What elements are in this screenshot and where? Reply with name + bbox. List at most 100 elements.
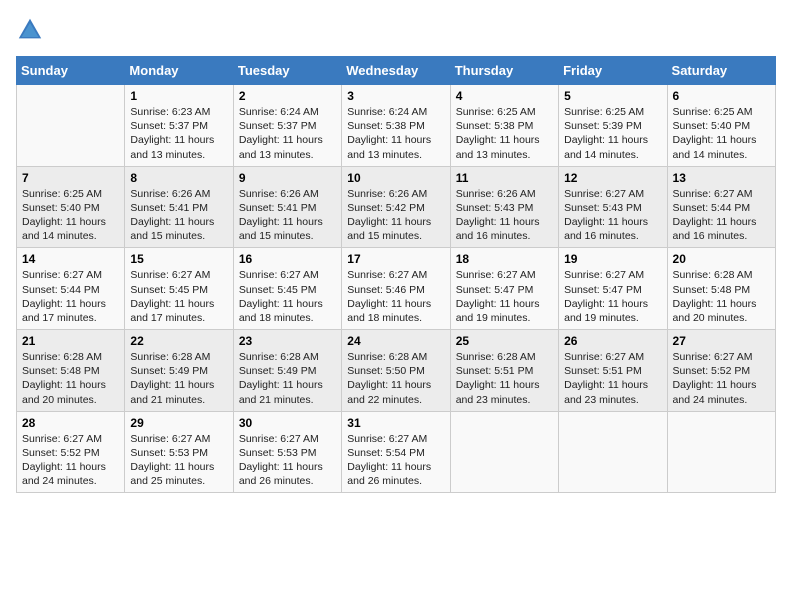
cell-content: Sunrise: 6:27 AM Sunset: 5:47 PM Dayligh… bbox=[456, 268, 553, 325]
calendar-cell: 7 Sunrise: 6:25 AM Sunset: 5:40 PM Daylig… bbox=[17, 166, 125, 248]
calendar-cell: 2 Sunrise: 6:24 AM Sunset: 5:37 PM Daylig… bbox=[233, 85, 341, 167]
day-number: 23 bbox=[239, 334, 336, 348]
calendar-cell: 14 Sunrise: 6:27 AM Sunset: 5:44 PM Dayli… bbox=[17, 248, 125, 330]
logo-icon bbox=[16, 16, 44, 44]
calendar-cell: 27Sunrise: 6:27 AM Sunset: 5:52 PM Dayli… bbox=[667, 330, 775, 412]
day-number: 3 bbox=[347, 89, 444, 103]
day-number: 18 bbox=[456, 252, 553, 266]
weekday-header-thursday: Thursday bbox=[450, 57, 558, 85]
cell-content: Sunrise: 6:24 AM Sunset: 5:38 PM Dayligh… bbox=[347, 105, 444, 162]
day-number: 13 bbox=[673, 171, 770, 185]
calendar-cell: 28 Sunrise: 6:27 AM Sunset: 5:52 PM Dayli… bbox=[17, 411, 125, 493]
logo bbox=[16, 16, 48, 44]
calendar-cell: 19 Sunrise: 6:27 AM Sunset: 5:47 PM Dayli… bbox=[559, 248, 667, 330]
day-number: 31 bbox=[347, 416, 444, 430]
day-number: 20 bbox=[673, 252, 770, 266]
cell-content: Sunrise: 6:27 AM Sunset: 5:45 PM Dayligh… bbox=[130, 268, 227, 325]
calendar-week-2: 7 Sunrise: 6:25 AM Sunset: 5:40 PM Daylig… bbox=[17, 166, 776, 248]
calendar-cell: 12 Sunrise: 6:27 AM Sunset: 5:43 PM Dayli… bbox=[559, 166, 667, 248]
calendar-cell: 21 Sunrise: 6:28 AM Sunset: 5:48 PM Dayli… bbox=[17, 330, 125, 412]
day-number: 5 bbox=[564, 89, 661, 103]
cell-content: Sunrise: 6:27 AM Sunset: 5:53 PM Dayligh… bbox=[130, 432, 227, 489]
calendar-cell: 25 Sunrise: 6:28 AM Sunset: 5:51 PM Dayli… bbox=[450, 330, 558, 412]
cell-content: Sunrise: 6:27 AM Sunset: 5:47 PM Dayligh… bbox=[564, 268, 661, 325]
weekday-header-tuesday: Tuesday bbox=[233, 57, 341, 85]
calendar-cell bbox=[17, 85, 125, 167]
weekday-header-saturday: Saturday bbox=[667, 57, 775, 85]
day-number: 14 bbox=[22, 252, 119, 266]
cell-content: Sunrise: 6:26 AM Sunset: 5:41 PM Dayligh… bbox=[130, 187, 227, 244]
day-number: 2 bbox=[239, 89, 336, 103]
cell-content: Sunrise: 6:25 AM Sunset: 5:40 PM Dayligh… bbox=[673, 105, 770, 162]
cell-content: Sunrise: 6:27 AM Sunset: 5:43 PM Dayligh… bbox=[564, 187, 661, 244]
cell-content: Sunrise: 6:28 AM Sunset: 5:48 PM Dayligh… bbox=[22, 350, 119, 407]
calendar-table: SundayMondayTuesdayWednesdayThursdayFrid… bbox=[16, 56, 776, 493]
calendar-cell: 9Sunrise: 6:26 AM Sunset: 5:41 PM Daylig… bbox=[233, 166, 341, 248]
day-number: 7 bbox=[22, 171, 119, 185]
calendar-cell: 22 Sunrise: 6:28 AM Sunset: 5:49 PM Dayli… bbox=[125, 330, 233, 412]
calendar-cell: 31 Sunrise: 6:27 AM Sunset: 5:54 PM Dayli… bbox=[342, 411, 450, 493]
cell-content: Sunrise: 6:25 AM Sunset: 5:39 PM Dayligh… bbox=[564, 105, 661, 162]
cell-content: Sunrise: 6:27 AM Sunset: 5:46 PM Dayligh… bbox=[347, 268, 444, 325]
calendar-cell: 3 Sunrise: 6:24 AM Sunset: 5:38 PM Daylig… bbox=[342, 85, 450, 167]
calendar-cell bbox=[667, 411, 775, 493]
calendar-week-1: 1Sunrise: 6:23 AM Sunset: 5:37 PM Daylig… bbox=[17, 85, 776, 167]
calendar-cell: 13Sunrise: 6:27 AM Sunset: 5:44 PM Dayli… bbox=[667, 166, 775, 248]
day-number: 26 bbox=[564, 334, 661, 348]
cell-content: Sunrise: 6:27 AM Sunset: 5:52 PM Dayligh… bbox=[673, 350, 770, 407]
day-number: 12 bbox=[564, 171, 661, 185]
calendar-week-3: 14 Sunrise: 6:27 AM Sunset: 5:44 PM Dayli… bbox=[17, 248, 776, 330]
calendar-week-4: 21 Sunrise: 6:28 AM Sunset: 5:48 PM Dayli… bbox=[17, 330, 776, 412]
calendar-cell: 16 Sunrise: 6:27 AM Sunset: 5:45 PM Dayli… bbox=[233, 248, 341, 330]
calendar-cell: 4Sunrise: 6:25 AM Sunset: 5:38 PM Daylig… bbox=[450, 85, 558, 167]
cell-content: Sunrise: 6:28 AM Sunset: 5:51 PM Dayligh… bbox=[456, 350, 553, 407]
cell-content: Sunrise: 6:28 AM Sunset: 5:49 PM Dayligh… bbox=[130, 350, 227, 407]
cell-content: Sunrise: 6:27 AM Sunset: 5:53 PM Dayligh… bbox=[239, 432, 336, 489]
cell-content: Sunrise: 6:27 AM Sunset: 5:52 PM Dayligh… bbox=[22, 432, 119, 489]
weekday-header-wednesday: Wednesday bbox=[342, 57, 450, 85]
calendar-header: SundayMondayTuesdayWednesdayThursdayFrid… bbox=[17, 57, 776, 85]
cell-content: Sunrise: 6:25 AM Sunset: 5:40 PM Dayligh… bbox=[22, 187, 119, 244]
cell-content: Sunrise: 6:28 AM Sunset: 5:48 PM Dayligh… bbox=[673, 268, 770, 325]
header bbox=[16, 16, 776, 44]
calendar-cell: 11Sunrise: 6:26 AM Sunset: 5:43 PM Dayli… bbox=[450, 166, 558, 248]
calendar-cell: 15 Sunrise: 6:27 AM Sunset: 5:45 PM Dayli… bbox=[125, 248, 233, 330]
weekday-header-friday: Friday bbox=[559, 57, 667, 85]
day-number: 6 bbox=[673, 89, 770, 103]
calendar-cell: 17Sunrise: 6:27 AM Sunset: 5:46 PM Dayli… bbox=[342, 248, 450, 330]
day-number: 19 bbox=[564, 252, 661, 266]
cell-content: Sunrise: 6:26 AM Sunset: 5:41 PM Dayligh… bbox=[239, 187, 336, 244]
day-number: 25 bbox=[456, 334, 553, 348]
cell-content: Sunrise: 6:28 AM Sunset: 5:49 PM Dayligh… bbox=[239, 350, 336, 407]
day-number: 21 bbox=[22, 334, 119, 348]
cell-content: Sunrise: 6:28 AM Sunset: 5:50 PM Dayligh… bbox=[347, 350, 444, 407]
weekday-header-monday: Monday bbox=[125, 57, 233, 85]
calendar-cell: 5 Sunrise: 6:25 AM Sunset: 5:39 PM Daylig… bbox=[559, 85, 667, 167]
cell-content: Sunrise: 6:27 AM Sunset: 5:44 PM Dayligh… bbox=[22, 268, 119, 325]
cell-content: Sunrise: 6:27 AM Sunset: 5:45 PM Dayligh… bbox=[239, 268, 336, 325]
calendar-body: 1Sunrise: 6:23 AM Sunset: 5:37 PM Daylig… bbox=[17, 85, 776, 493]
calendar-cell: 24 Sunrise: 6:28 AM Sunset: 5:50 PM Dayli… bbox=[342, 330, 450, 412]
calendar-cell: 18 Sunrise: 6:27 AM Sunset: 5:47 PM Dayli… bbox=[450, 248, 558, 330]
cell-content: Sunrise: 6:27 AM Sunset: 5:54 PM Dayligh… bbox=[347, 432, 444, 489]
day-number: 10 bbox=[347, 171, 444, 185]
calendar-cell: 20 Sunrise: 6:28 AM Sunset: 5:48 PM Dayli… bbox=[667, 248, 775, 330]
calendar-cell: 26 Sunrise: 6:27 AM Sunset: 5:51 PM Dayli… bbox=[559, 330, 667, 412]
cell-content: Sunrise: 6:25 AM Sunset: 5:38 PM Dayligh… bbox=[456, 105, 553, 162]
calendar-cell: 10 Sunrise: 6:26 AM Sunset: 5:42 PM Dayli… bbox=[342, 166, 450, 248]
day-number: 22 bbox=[130, 334, 227, 348]
day-number: 8 bbox=[130, 171, 227, 185]
calendar-cell: 29Sunrise: 6:27 AM Sunset: 5:53 PM Dayli… bbox=[125, 411, 233, 493]
cell-content: Sunrise: 6:23 AM Sunset: 5:37 PM Dayligh… bbox=[130, 105, 227, 162]
calendar-cell bbox=[559, 411, 667, 493]
cell-content: Sunrise: 6:24 AM Sunset: 5:37 PM Dayligh… bbox=[239, 105, 336, 162]
day-number: 28 bbox=[22, 416, 119, 430]
cell-content: Sunrise: 6:26 AM Sunset: 5:42 PM Dayligh… bbox=[347, 187, 444, 244]
calendar-cell: 8 Sunrise: 6:26 AM Sunset: 5:41 PM Daylig… bbox=[125, 166, 233, 248]
calendar-cell: 1Sunrise: 6:23 AM Sunset: 5:37 PM Daylig… bbox=[125, 85, 233, 167]
day-number: 24 bbox=[347, 334, 444, 348]
cell-content: Sunrise: 6:27 AM Sunset: 5:51 PM Dayligh… bbox=[564, 350, 661, 407]
weekday-header-sunday: Sunday bbox=[17, 57, 125, 85]
day-number: 15 bbox=[130, 252, 227, 266]
day-number: 16 bbox=[239, 252, 336, 266]
